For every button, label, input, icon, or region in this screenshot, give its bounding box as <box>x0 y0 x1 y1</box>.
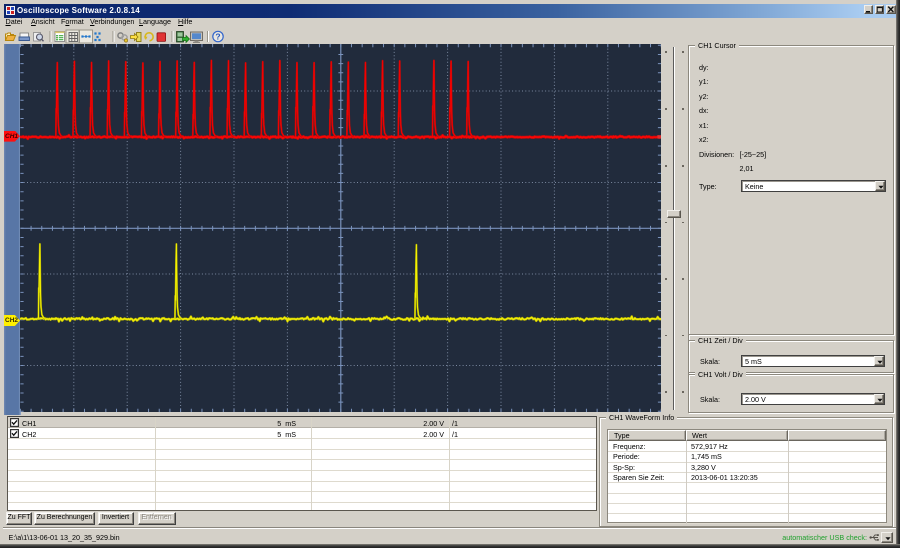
svg-text:?: ? <box>215 31 220 41</box>
